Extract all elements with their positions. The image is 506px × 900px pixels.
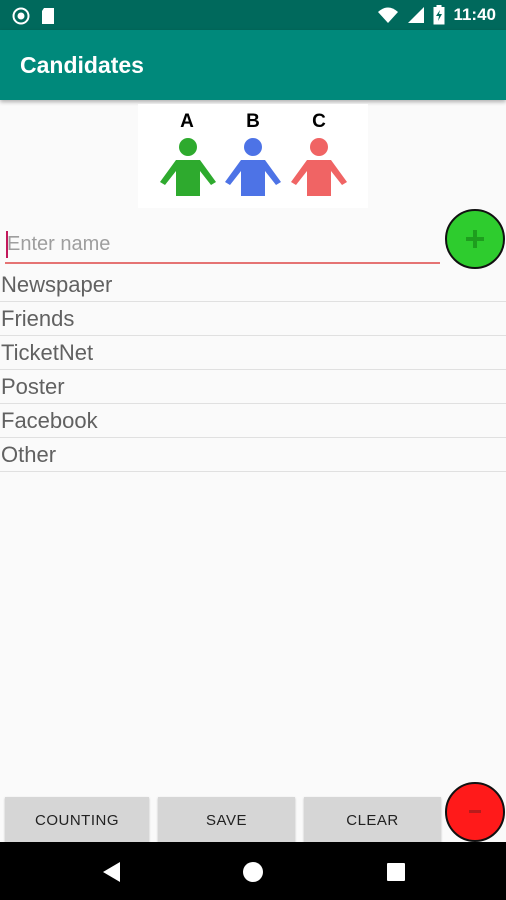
wifi-icon: [378, 7, 399, 23]
list-item[interactable]: Facebook: [0, 404, 506, 438]
recents-icon[interactable]: [386, 862, 406, 882]
person-c-label: C: [312, 111, 326, 132]
add-button[interactable]: [445, 209, 505, 269]
sd-card-icon: [42, 8, 54, 24]
source-list: Newspaper Friends TicketNet Poster Faceb…: [0, 268, 506, 472]
person-c-figure: C: [291, 111, 347, 196]
list-item[interactable]: Poster: [0, 370, 506, 404]
list-item[interactable]: Other: [0, 438, 506, 472]
status-time: 11:40: [453, 5, 496, 24]
person-a-label: A: [180, 111, 194, 132]
save-button[interactable]: SAVE: [158, 797, 295, 843]
minus-icon: [469, 810, 481, 813]
person-b-figure: B: [225, 111, 281, 196]
person-a-figure: A: [160, 111, 216, 196]
list-item[interactable]: Friends: [0, 302, 506, 336]
list-item[interactable]: TicketNet: [0, 336, 506, 370]
home-icon[interactable]: [242, 861, 264, 883]
name-input[interactable]: [5, 226, 440, 264]
list-item[interactable]: Newspaper: [0, 268, 506, 302]
plus-icon: [466, 230, 484, 248]
counting-button[interactable]: COUNTING: [5, 797, 149, 843]
text-cursor: [6, 231, 8, 258]
remove-button[interactable]: [445, 782, 505, 842]
candidates-illustration: A B C: [138, 104, 368, 208]
clear-button[interactable]: CLEAR: [304, 797, 441, 843]
record-icon: [12, 7, 30, 25]
status-bar: 11:40: [0, 0, 506, 30]
back-icon[interactable]: [101, 861, 123, 883]
app-bar: Candidates: [0, 30, 506, 100]
navigation-bar: [0, 842, 506, 900]
battery-charging-icon: [433, 5, 445, 25]
app-title: Candidates: [20, 52, 144, 78]
person-b-label: B: [246, 111, 260, 132]
signal-icon: [408, 7, 425, 23]
